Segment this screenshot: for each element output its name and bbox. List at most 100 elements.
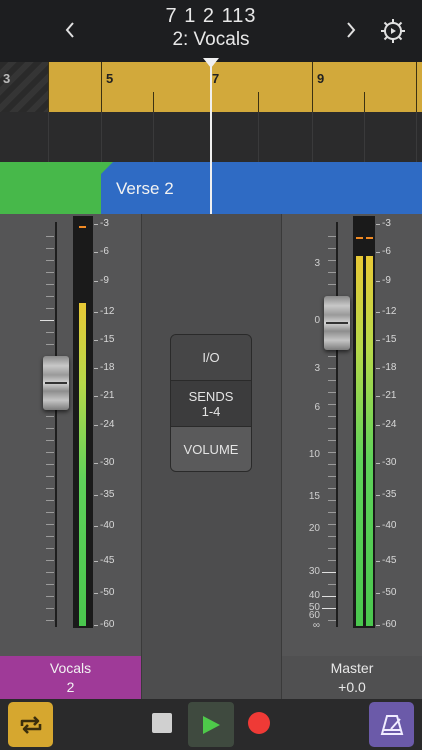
meter-scale-label: -45 xyxy=(382,555,397,566)
bar-number: 3 xyxy=(3,71,11,86)
grid-line xyxy=(48,112,49,162)
fader-scale-tick xyxy=(46,476,54,477)
ruler-tick xyxy=(416,62,417,112)
ruler-tick xyxy=(48,62,49,112)
playhead[interactable] xyxy=(210,62,212,214)
next-track-button[interactable] xyxy=(337,16,365,44)
vocals-volume-fader[interactable] xyxy=(43,356,69,410)
meter-scale-label: -60 xyxy=(382,619,397,630)
fader-scale-tick xyxy=(328,416,336,417)
record-button[interactable] xyxy=(248,712,270,734)
fader-scale-tick xyxy=(322,608,336,609)
metronome-icon xyxy=(380,714,403,735)
meter-scale-tick xyxy=(376,252,380,253)
peak-indicator-left xyxy=(356,237,363,239)
meter-scale-label: -35 xyxy=(100,489,115,500)
section-label: Verse 2 xyxy=(116,179,174,198)
fader-scale-tick xyxy=(322,572,336,573)
meter-scale-tick xyxy=(94,312,98,313)
meter-scale-label: -40 xyxy=(100,520,115,531)
channel-name: Master xyxy=(330,660,374,676)
fader-scale-label: 0 xyxy=(314,315,320,326)
grid-line xyxy=(416,112,417,162)
fader-scale-tick xyxy=(46,596,54,597)
bar-number: 9 xyxy=(317,71,325,86)
fader-scale-tick xyxy=(46,524,54,525)
ruler-tick xyxy=(312,62,313,112)
channel-number: 2 xyxy=(66,679,75,695)
fader-scale-tick xyxy=(46,248,54,249)
fader-scale-tick xyxy=(328,260,336,261)
meter-scale-tick xyxy=(376,312,380,313)
volume-view-button[interactable]: VOLUME xyxy=(171,427,251,471)
ruler-tick xyxy=(258,92,259,112)
master-volume-fader[interactable] xyxy=(324,296,350,350)
meter-scale-label: -9 xyxy=(382,275,391,286)
fader-scale-tick xyxy=(328,488,336,489)
playhead-handle[interactable] xyxy=(203,58,219,68)
meter-scale-label: -18 xyxy=(100,362,115,373)
mixer-view-selector: I/O SENDS 1-4 VOLUME xyxy=(170,334,252,472)
fader-scale-label: 15 xyxy=(308,491,320,502)
fader-scale-tick xyxy=(46,332,54,333)
meter-scale-tick xyxy=(376,368,380,369)
meter-scale-label: -12 xyxy=(100,306,115,317)
fader-scale-tick xyxy=(328,560,336,561)
selected-track-name[interactable]: 2: Vocals xyxy=(110,29,312,51)
grid-line xyxy=(312,112,313,162)
meter-scale-tick xyxy=(376,495,380,496)
meter-scale-tick xyxy=(94,224,98,225)
fader-scale-tick xyxy=(46,452,54,453)
sends-range-label: 1-4 xyxy=(201,404,221,419)
channel-name: Vocals xyxy=(49,660,92,676)
fader-scale-label: 3 xyxy=(314,363,320,374)
fader-scale-tick xyxy=(46,584,54,585)
meter-scale-tick xyxy=(94,561,98,562)
fader-scale-tick xyxy=(46,572,54,573)
fader-scale-tick xyxy=(328,272,336,273)
meter-scale-tick xyxy=(376,396,380,397)
meter-scale-label: -12 xyxy=(382,306,397,317)
chevron-left-icon xyxy=(65,22,74,38)
channel-name-vocals[interactable]: Vocals 2 xyxy=(0,656,141,699)
meter-scale-label: -30 xyxy=(100,457,115,468)
meter-scale-label: -35 xyxy=(382,489,397,500)
meter-scale-label: -60 xyxy=(100,619,115,630)
fader-scale-tick xyxy=(46,416,54,417)
control-bar: 7 1 2 113 2: Vocals xyxy=(0,0,422,62)
transport-bar xyxy=(0,699,422,750)
meter-scale-label: -30 xyxy=(382,457,397,468)
fader-scale-tick xyxy=(46,296,54,297)
fader-scale-tick xyxy=(46,344,54,345)
arrangement-section-previous[interactable] xyxy=(0,162,101,214)
meter-scale-label: -40 xyxy=(382,520,397,531)
channel-name-master[interactable]: Master +0.0 xyxy=(282,656,422,699)
stop-button[interactable] xyxy=(152,713,172,733)
meter-scale-label: -18 xyxy=(382,362,397,373)
meter-scale-tick xyxy=(376,593,380,594)
fader-scale-tick xyxy=(328,476,336,477)
sends-view-button[interactable]: SENDS 1-4 xyxy=(171,381,251,427)
cycle-button[interactable] xyxy=(8,702,53,747)
meter-scale-label: -15 xyxy=(100,334,115,345)
meter-scale-label: -21 xyxy=(100,390,115,401)
fader-scale-tick xyxy=(328,356,336,357)
meter-scale-label: -45 xyxy=(100,555,115,566)
ruler-tick xyxy=(101,62,102,112)
fader-scale-tick xyxy=(328,368,336,369)
fader-scale-tick xyxy=(328,428,336,429)
channel-strip-vocals xyxy=(0,214,141,699)
settings-button[interactable] xyxy=(378,16,408,46)
fader-scale-tick xyxy=(328,512,336,513)
fader-scale-tick xyxy=(46,500,54,501)
io-view-button[interactable]: I/O xyxy=(171,335,251,381)
meter-scale-tick xyxy=(376,625,380,626)
metronome-button[interactable] xyxy=(369,702,414,747)
play-button[interactable] xyxy=(188,702,234,747)
fader-scale-tick xyxy=(328,464,336,465)
bar-number: 7 xyxy=(212,71,220,86)
meter-scale-tick xyxy=(376,425,380,426)
meter-scale-tick xyxy=(94,593,98,594)
playhead-position-display[interactable]: 7 1 2 113 xyxy=(110,5,312,28)
previous-track-button[interactable] xyxy=(56,16,84,44)
